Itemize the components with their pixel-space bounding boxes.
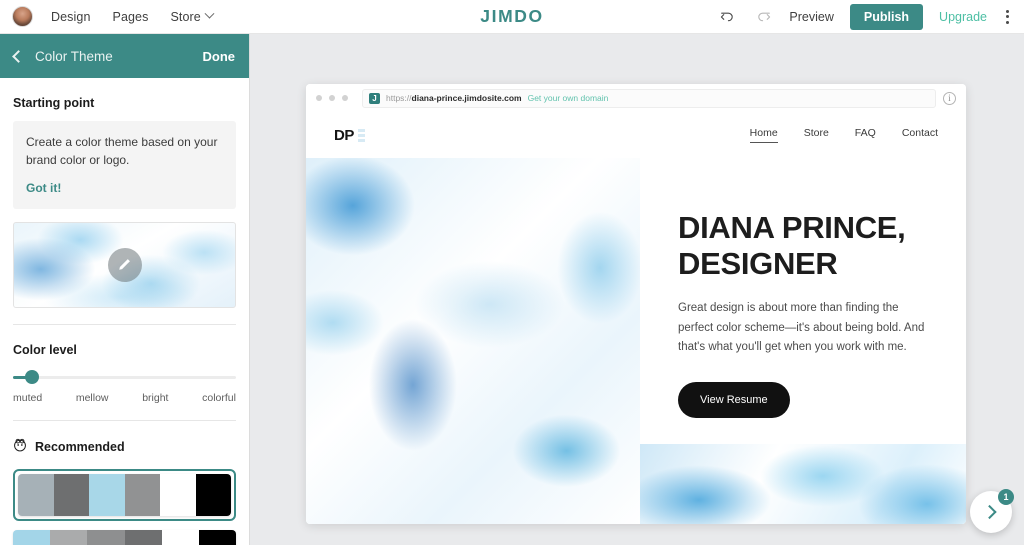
swatch bbox=[195, 473, 231, 516]
avatar[interactable] bbox=[12, 6, 33, 27]
jimdo-favicon-icon: J bbox=[369, 92, 380, 104]
help-button[interactable]: 1 bbox=[970, 489, 1014, 533]
swatch bbox=[89, 473, 125, 516]
site-header: DP Home Store FAQ Contact bbox=[306, 112, 966, 158]
redo-icon[interactable] bbox=[753, 7, 773, 27]
palette-option-2[interactable] bbox=[13, 529, 236, 545]
hero-watercolor-image[interactable] bbox=[306, 158, 640, 524]
got-it-link[interactable]: Got it! bbox=[26, 181, 61, 195]
nav-item-pages[interactable]: Pages bbox=[113, 10, 149, 24]
upgrade-link[interactable]: Upgrade bbox=[939, 10, 987, 24]
color-level-heading: Color level bbox=[13, 342, 77, 357]
window-dot bbox=[316, 95, 322, 101]
swatch bbox=[50, 529, 88, 545]
swatch bbox=[53, 473, 89, 516]
notification-badge: 1 bbox=[998, 489, 1014, 505]
info-icon[interactable]: i bbox=[943, 91, 956, 105]
jimdo-editor: Design Pages Store JIMDO Preview Publish… bbox=[0, 0, 1024, 545]
panel-body: Starting point Create a color theme base… bbox=[0, 96, 249, 545]
tip-text: Create a color theme based on your brand… bbox=[26, 135, 218, 167]
site-logo[interactable]: DP bbox=[334, 127, 365, 144]
swatch bbox=[124, 473, 160, 516]
site-nav-home[interactable]: Home bbox=[749, 127, 778, 143]
view-resume-button[interactable]: View Resume bbox=[678, 382, 790, 419]
palette-face-icon bbox=[13, 438, 27, 457]
top-bar-actions: Preview Publish Upgrade bbox=[717, 3, 1012, 30]
headline-line-1: DIANA PRINCE, bbox=[678, 210, 906, 245]
swatch bbox=[13, 529, 51, 545]
swatch bbox=[124, 529, 162, 545]
color-level-slider[interactable] bbox=[13, 369, 236, 384]
swatch bbox=[160, 473, 196, 516]
swatch bbox=[198, 529, 236, 545]
site-nav-store[interactable]: Store bbox=[804, 127, 829, 143]
recommended-header: Recommended bbox=[13, 438, 236, 457]
tick-mellow[interactable]: mellow bbox=[76, 392, 109, 404]
slider-track bbox=[13, 375, 236, 379]
jimdo-logo: JIMDO bbox=[480, 6, 544, 26]
nav-item-design[interactable]: Design bbox=[51, 10, 91, 24]
site-content: DP Home Store FAQ Contact DIANA PRINCE, … bbox=[306, 112, 966, 524]
url-bar[interactable]: J https://diana-prince.jimdosite.com Get… bbox=[362, 88, 936, 108]
top-bar: Design Pages Store JIMDO Preview Publish… bbox=[0, 0, 1024, 34]
chevron-right-icon bbox=[982, 504, 997, 520]
pencil-edit-icon[interactable] bbox=[107, 247, 142, 282]
url-text: https://diana-prince.jimdosite.com bbox=[386, 93, 522, 103]
color-level-ticks: muted mellow bright colorful bbox=[13, 392, 236, 404]
tick-muted[interactable]: muted bbox=[13, 392, 42, 404]
nav-item-store-label: Store bbox=[170, 9, 201, 24]
color-theme-panel: Color Theme Done Starting point Create a… bbox=[0, 34, 250, 545]
site-nav-contact[interactable]: Contact bbox=[902, 127, 938, 143]
divider bbox=[13, 323, 236, 325]
window-dot bbox=[329, 95, 335, 101]
palette-swatches bbox=[18, 473, 231, 516]
recommended-label: Recommended bbox=[35, 440, 125, 454]
nav-item-store[interactable]: Store bbox=[170, 8, 215, 24]
slider-thumb[interactable] bbox=[25, 369, 39, 384]
tick-bright[interactable]: bright bbox=[142, 392, 168, 404]
preview-button[interactable]: Preview bbox=[789, 10, 833, 24]
starting-point-heading: Starting point bbox=[13, 96, 95, 110]
brand-image-thumbnail[interactable] bbox=[13, 221, 236, 308]
kebab-menu-icon[interactable] bbox=[1003, 7, 1012, 27]
site-nav-faq[interactable]: FAQ bbox=[855, 127, 876, 143]
site-nav-links: Home Store FAQ Contact bbox=[749, 127, 938, 143]
publish-button[interactable]: Publish bbox=[849, 3, 924, 30]
undo-icon[interactable] bbox=[717, 7, 737, 27]
swatch bbox=[18, 473, 54, 516]
hero-secondary-image[interactable] bbox=[640, 444, 966, 524]
logo-bars-icon bbox=[357, 129, 365, 143]
site-preview-browser: J https://diana-prince.jimdosite.com Get… bbox=[306, 84, 966, 524]
palette-option-1[interactable] bbox=[13, 468, 236, 521]
get-domain-link[interactable]: Get your own domain bbox=[528, 93, 609, 103]
headline-line-2: DESIGNER bbox=[678, 245, 838, 281]
divider bbox=[13, 419, 236, 421]
tick-colorful[interactable]: colorful bbox=[202, 392, 236, 404]
page-title: DIANA PRINCE, DESIGNER bbox=[678, 210, 932, 282]
browser-chrome-bar: J https://diana-prince.jimdosite.com Get… bbox=[306, 84, 966, 112]
panel-header: Color Theme Done bbox=[0, 34, 249, 78]
starting-point-tip: Create a color theme based on your brand… bbox=[13, 121, 236, 209]
back-chevron-icon[interactable] bbox=[12, 49, 25, 63]
panel-title: Color Theme bbox=[35, 48, 113, 64]
top-nav: Design Pages Store bbox=[51, 8, 215, 24]
chevron-down-icon bbox=[204, 8, 215, 19]
canvas: J https://diana-prince.jimdosite.com Get… bbox=[250, 34, 1024, 545]
swatch bbox=[161, 529, 199, 545]
swatch bbox=[87, 529, 125, 545]
done-button[interactable]: Done bbox=[203, 49, 236, 64]
window-dot bbox=[342, 95, 348, 101]
hero-body-text: Great design is about more than finding … bbox=[678, 301, 925, 354]
